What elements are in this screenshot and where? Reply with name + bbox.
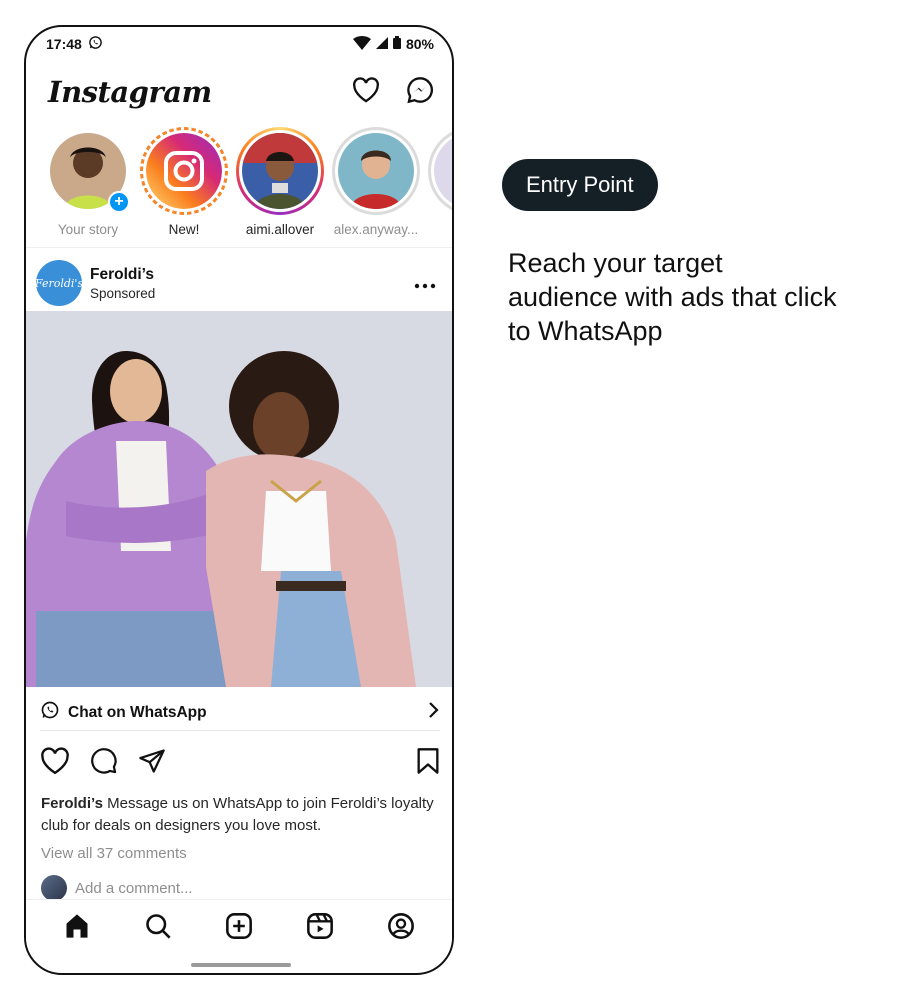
- add-comment-row[interactable]: Add a comment...: [41, 875, 193, 901]
- create-post-icon[interactable]: [225, 912, 253, 945]
- post-actions: [40, 745, 440, 781]
- story-label: Your story: [57, 222, 119, 237]
- wifi-icon: [352, 35, 371, 53]
- add-comment-input[interactable]: Add a comment...: [75, 880, 193, 897]
- cta-label: Chat on WhatsApp: [68, 703, 207, 721]
- battery-percent: 80%: [405, 36, 434, 52]
- story-alex-anyway[interactable]: alex.anyway...: [328, 127, 424, 245]
- stories-divider: [26, 247, 452, 248]
- add-story-plus-icon[interactable]: +: [108, 191, 130, 213]
- story-partial[interactable]: [424, 127, 452, 245]
- entry-point-badge: Entry Point: [502, 159, 658, 211]
- post-image[interactable]: [26, 311, 452, 687]
- signal-icon: [375, 36, 388, 52]
- avatar: [338, 133, 414, 209]
- post-account-name[interactable]: Feroldi’s: [90, 266, 414, 284]
- share-send-icon[interactable]: [138, 747, 166, 780]
- instagram-logo: Instagram: [48, 75, 212, 109]
- search-icon[interactable]: [144, 912, 172, 945]
- avatar: [41, 875, 67, 901]
- view-all-comments-link[interactable]: View all 37 comments: [41, 845, 187, 862]
- story-label: alex.anyway...: [333, 222, 419, 237]
- chat-on-whatsapp-cta[interactable]: Chat on WhatsApp: [40, 695, 440, 731]
- feature-description: Reach your target audience with ads that…: [508, 248, 837, 346]
- post-caption: Feroldi’s Message us on WhatsApp to join…: [41, 793, 441, 837]
- battery-icon: [392, 36, 401, 52]
- stories-tray: + Your story New! aimi.allover alex.anyw…: [26, 127, 452, 245]
- instagram-logo-icon: [146, 133, 222, 209]
- story-label: New!: [168, 222, 200, 237]
- phone-frame: 17:48 80% Instagram + Your story New! ai…: [24, 25, 454, 975]
- status-time: 17:48: [46, 36, 82, 52]
- story-label: aimi.allover: [245, 222, 315, 237]
- heart-icon[interactable]: [352, 76, 380, 108]
- status-bar: 17:48 80%: [26, 27, 452, 61]
- brand-avatar[interactable]: Feroldi's: [35, 260, 83, 306]
- bookmark-icon[interactable]: [416, 747, 440, 780]
- story-new[interactable]: New!: [136, 127, 232, 245]
- app-header: Instagram: [26, 67, 452, 117]
- whatsapp-icon: [40, 700, 60, 725]
- bottom-nav: [26, 899, 452, 957]
- story-aimi-allover[interactable]: aimi.allover: [232, 127, 328, 245]
- sponsored-label: Sponsored: [90, 285, 156, 301]
- post-header: Feroldi's Feroldi’s Sponsored: [26, 255, 452, 311]
- comment-icon[interactable]: [90, 747, 118, 780]
- messenger-icon[interactable]: [406, 76, 434, 109]
- avatar: [242, 133, 318, 209]
- home-icon[interactable]: [63, 912, 91, 945]
- like-heart-icon[interactable]: [40, 746, 70, 780]
- reels-icon[interactable]: [306, 912, 334, 945]
- profile-icon[interactable]: [387, 912, 415, 945]
- story-your-story[interactable]: + Your story: [40, 127, 136, 245]
- caption-account-name[interactable]: Feroldi’s: [41, 795, 103, 812]
- more-options-icon[interactable]: [414, 272, 436, 295]
- chevron-right-icon: [428, 701, 440, 724]
- home-indicator[interactable]: [191, 963, 291, 967]
- whatsapp-status-icon: [88, 35, 103, 53]
